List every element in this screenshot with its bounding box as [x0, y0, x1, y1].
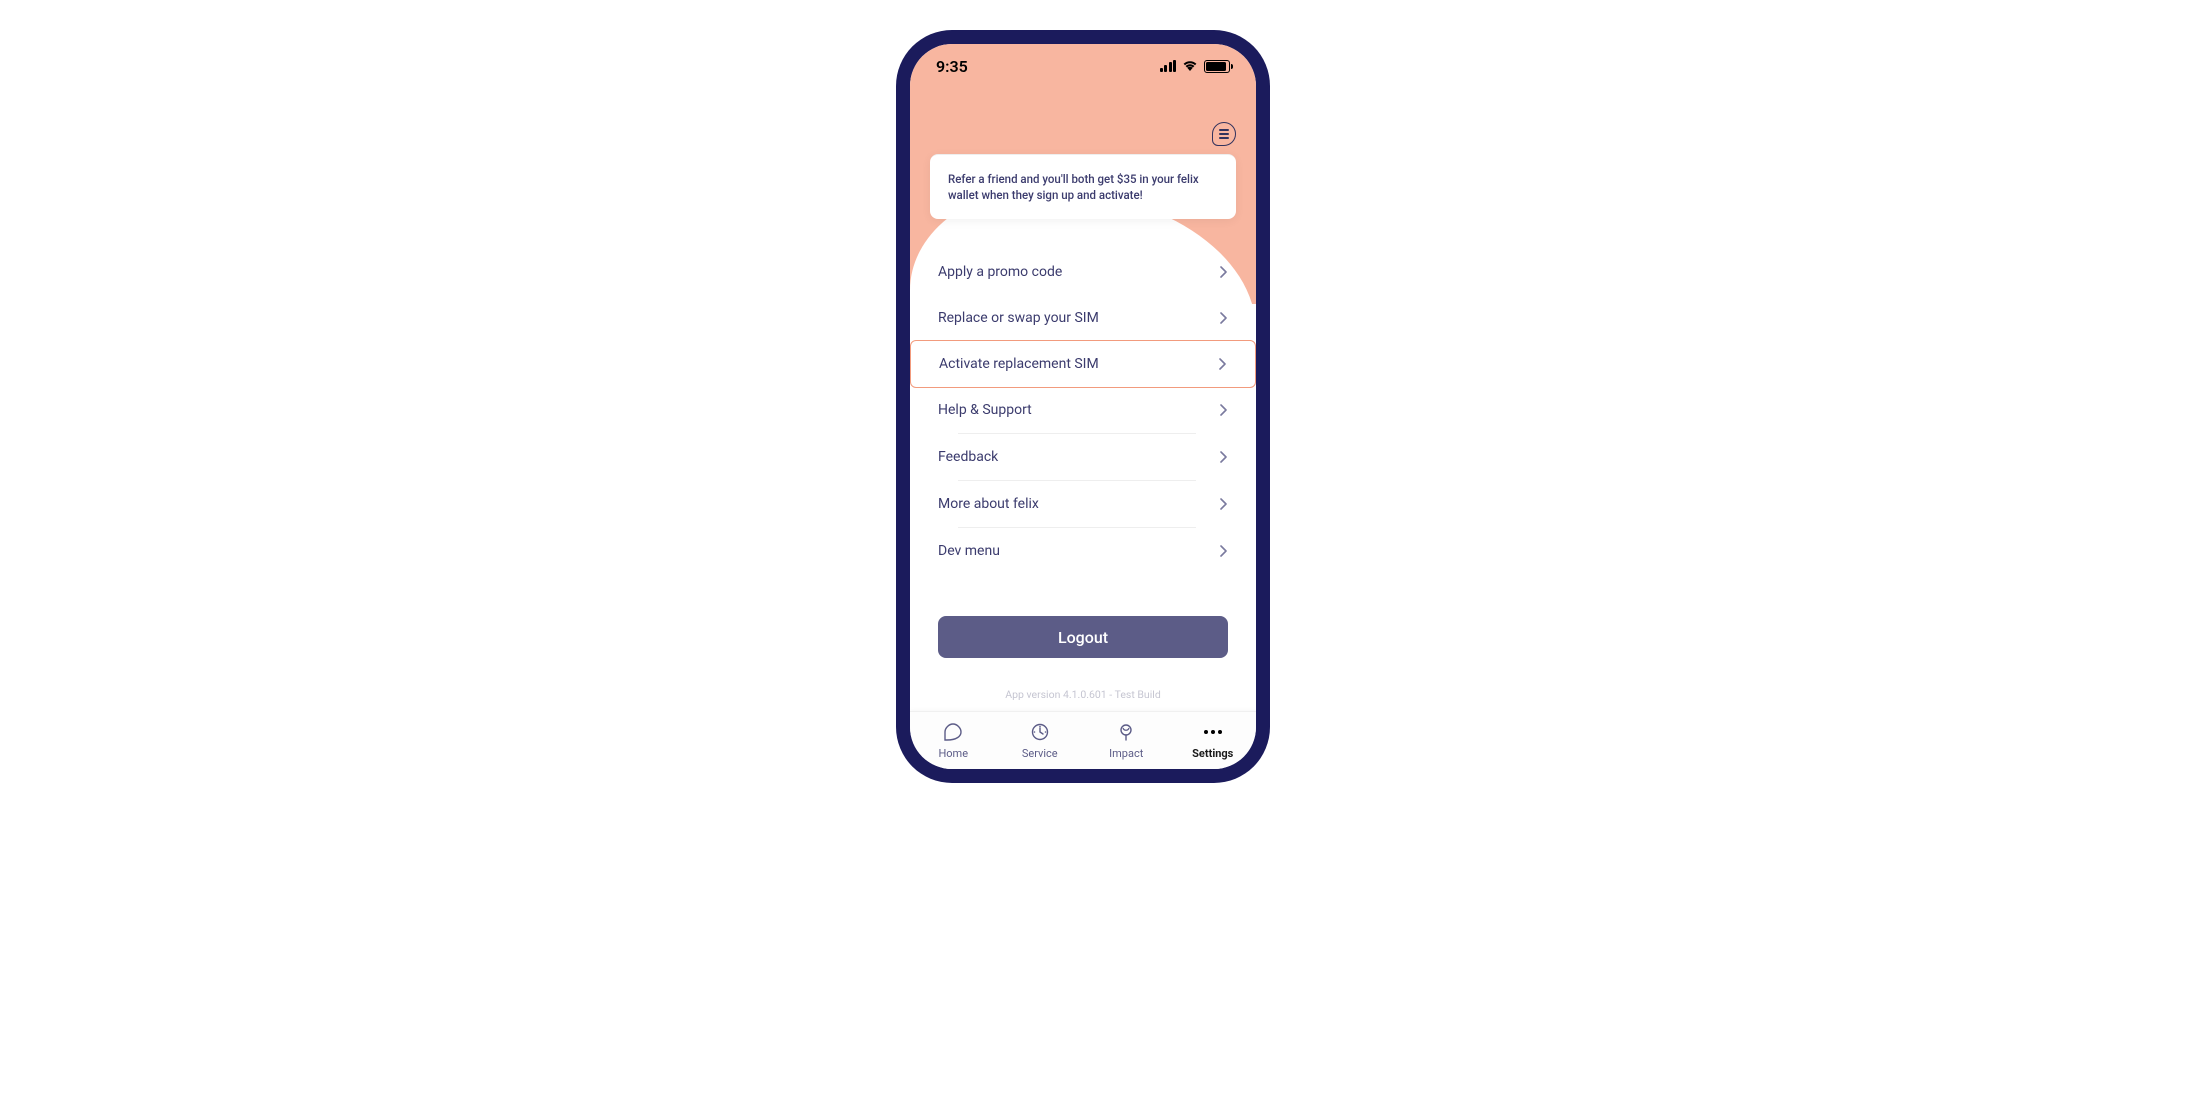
menu-item-label: Help & Support [938, 402, 1032, 418]
phone-frame: 9:35 Refer a friend and you'll both get … [896, 30, 1270, 783]
tab-impact[interactable]: Impact [1083, 722, 1170, 760]
chevron-right-icon [1220, 404, 1228, 416]
cellular-signal-icon [1160, 60, 1177, 72]
logout-button[interactable]: Logout [938, 616, 1228, 658]
menu-item-more-about[interactable]: More about felix [910, 481, 1256, 527]
status-bar: 9:35 [910, 44, 1256, 88]
tab-label: Home [938, 747, 968, 760]
status-time: 9:35 [936, 57, 968, 76]
menu-item-label: Dev menu [938, 543, 1000, 559]
menu-item-activate-sim[interactable]: Activate replacement SIM [910, 340, 1256, 388]
tab-label: Settings [1192, 747, 1233, 760]
chat-icon[interactable] [1212, 122, 1236, 146]
menu-item-promo[interactable]: Apply a promo code [910, 249, 1256, 295]
chevron-right-icon [1220, 545, 1228, 557]
menu-item-help[interactable]: Help & Support [910, 387, 1256, 433]
more-icon [1203, 722, 1223, 742]
chevron-right-icon [1220, 312, 1228, 324]
menu-item-feedback[interactable]: Feedback [910, 434, 1256, 480]
app-version-text: App version 4.1.0.601 - Test Build [910, 688, 1256, 701]
tab-service[interactable]: Service [997, 722, 1084, 760]
service-icon [1030, 722, 1050, 742]
referral-text: Refer a friend and you'll both get $35 i… [948, 171, 1218, 203]
status-icons [1160, 60, 1231, 73]
chevron-right-icon [1219, 358, 1227, 370]
chevron-right-icon [1220, 266, 1228, 278]
tab-bar: Home Service Impact Settings [910, 711, 1256, 769]
tab-label: Impact [1109, 747, 1143, 760]
referral-card[interactable]: Refer a friend and you'll both get $35 i… [930, 154, 1236, 219]
chevron-right-icon [1220, 451, 1228, 463]
menu-list: Apply a promo code Replace or swap your … [910, 249, 1256, 574]
tab-home[interactable]: Home [910, 722, 997, 760]
tab-label: Service [1022, 747, 1058, 760]
tab-settings[interactable]: Settings [1170, 722, 1257, 760]
wifi-icon [1182, 60, 1198, 72]
phone-screen: 9:35 Refer a friend and you'll both get … [910, 44, 1256, 769]
menu-item-label: Apply a promo code [938, 264, 1062, 280]
menu-item-label: Activate replacement SIM [939, 356, 1099, 372]
menu-item-label: Feedback [938, 449, 998, 465]
menu-item-replace-sim[interactable]: Replace or swap your SIM [910, 295, 1256, 341]
menu-item-dev-menu[interactable]: Dev menu [910, 528, 1256, 574]
chevron-right-icon [1220, 498, 1228, 510]
menu-item-label: Replace or swap your SIM [938, 310, 1099, 326]
impact-icon [1116, 722, 1136, 742]
menu-item-label: More about felix [938, 496, 1039, 512]
battery-icon [1204, 60, 1230, 73]
home-icon [943, 722, 963, 742]
